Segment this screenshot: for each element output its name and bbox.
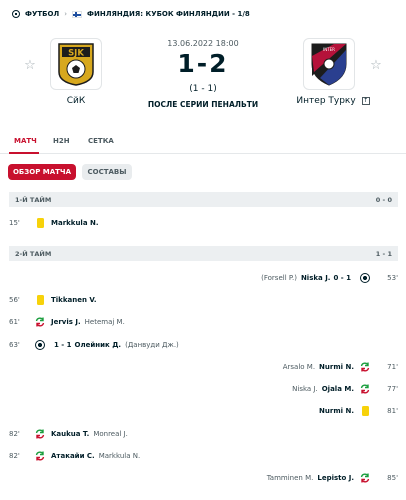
subtab-lineups[interactable]: СОСТАВЫ: [82, 164, 132, 180]
incident-minute: 15': [9, 219, 20, 227]
incident-row: 82' Kaukua T. Monreal J.: [9, 425, 398, 443]
incident-player[interactable]: Niska J.: [301, 274, 331, 282]
incident-minute: 82': [9, 452, 20, 460]
incident-player[interactable]: Lepisto J.: [317, 474, 354, 482]
incident-player[interactable]: Nurmi N.: [319, 363, 354, 371]
incident-player[interactable]: Tikkanen V.: [51, 296, 97, 304]
incident-player[interactable]: Jervis J.: [51, 318, 81, 326]
incident-secondary[interactable]: Markkula N.: [99, 452, 140, 460]
period-score: 1 - 1: [375, 249, 392, 258]
incident-minute: 71': [387, 363, 398, 371]
breadcrumb: ФУТБОЛ › ФИНЛЯНДИЯ: КУБОК ФИНЛЯНДИИ - 1/…: [12, 8, 250, 20]
incident-secondary[interactable]: (Данвуди Дж.): [125, 341, 179, 349]
incident-minute: 81': [387, 407, 398, 415]
incident-secondary[interactable]: (Forsell P.): [261, 274, 297, 282]
incident-minute: 53': [387, 274, 398, 282]
goal-ball-icon: [358, 271, 372, 285]
chevron-right-icon: ›: [64, 10, 68, 18]
aggregate-score: (1 - 1): [189, 84, 217, 94]
yellow-card-icon: [33, 216, 47, 230]
period-score: 0 - 0: [375, 195, 392, 204]
incident-secondary[interactable]: Arsalo M.: [283, 363, 315, 371]
period-header: 1-Й ТАЙМ 0 - 0: [9, 192, 398, 207]
yellow-card-icon: [358, 404, 372, 418]
goal-ball-icon: [33, 338, 47, 352]
incident-row: 63' 1 - 1 Олейник Д. (Данвуди Дж.): [9, 336, 398, 354]
breadcrumb-sport[interactable]: ФУТБОЛ: [25, 10, 59, 18]
substitution-icon: [33, 315, 47, 329]
incident-player[interactable]: Nurmi N.: [319, 407, 354, 415]
yellow-card-shape: [361, 406, 369, 416]
substitution-icon: [358, 382, 372, 396]
substitution-icon: [33, 427, 47, 441]
subtab-summary[interactable]: ОБЗОР МАТЧА: [8, 164, 76, 180]
period-header: 2-Й ТАЙМ 1 - 1: [9, 246, 398, 261]
incident-minute: 82': [9, 430, 20, 438]
tab-bracket[interactable]: СЕТКА: [88, 137, 114, 145]
substitution-icon: [358, 471, 372, 485]
incident-row: (Forsell P.) Niska J. 0 - 1 53': [9, 269, 398, 287]
match-datetime: 13.06.2022 18:00: [167, 39, 239, 48]
incident-row: 56' Tikkanen V.: [9, 291, 398, 309]
yellow-card-shape: [36, 218, 44, 228]
active-tab-indicator: [9, 152, 39, 154]
incident-row: Tamminen M. Lepisto J. 85': [9, 469, 398, 487]
incident-minute: 77': [387, 385, 398, 393]
incident-secondary[interactable]: Hetemaj M.: [85, 318, 125, 326]
incident-row: 61' Jervis J. Hetemaj M.: [9, 313, 398, 331]
football-icon: [12, 10, 20, 18]
incident-minute: 61': [9, 318, 20, 326]
incident-player[interactable]: Атакайи С.: [51, 452, 95, 460]
ball-shape: [360, 273, 370, 283]
incident-player[interactable]: Markkula N.: [51, 219, 99, 227]
match-score: 1-2: [177, 49, 229, 78]
incident-minute: 56': [9, 296, 20, 304]
tab-h2h[interactable]: H2H: [53, 137, 70, 145]
tab-bar: МАТЧ H2H СЕТКА: [0, 130, 406, 154]
incident-row: Arsalo M. Nurmi N. 71': [9, 358, 398, 376]
match-status: ПОСЛЕ СЕРИИ ПЕНАЛЬТИ: [147, 100, 259, 109]
substitution-icon: [358, 360, 372, 374]
match-page: ФУТБОЛ › ФИНЛЯНДИЯ: КУБОК ФИНЛЯНДИИ - 1/…: [0, 0, 406, 500]
incident-player[interactable]: Ojala M.: [322, 385, 354, 393]
goal-score: 0 - 1: [333, 274, 351, 282]
incident-minute: 85': [387, 474, 398, 482]
yellow-card-shape: [36, 295, 44, 305]
tab-match[interactable]: МАТЧ: [14, 137, 37, 145]
period-label: 1-Й ТАЙМ: [15, 195, 52, 204]
incident-row: 15' Markkula N.: [9, 214, 398, 232]
incident-secondary[interactable]: Tamminen M.: [267, 474, 314, 482]
incident-player[interactable]: Олейник Д.: [75, 341, 122, 349]
finland-flag-icon: [72, 10, 83, 18]
yellow-card-icon: [33, 293, 47, 307]
incident-minute: 63': [9, 341, 20, 349]
substitution-icon: [33, 449, 47, 463]
goal-score: 1 - 1: [54, 341, 72, 349]
breadcrumb-competition[interactable]: ФИНЛЯНДИЯ: КУБОК ФИНЛЯНДИИ - 1/8: [87, 10, 250, 18]
ball-shape: [35, 340, 45, 350]
incident-row: Niska J. Ojala M. 77': [9, 380, 398, 398]
period-label: 2-Й ТАЙМ: [15, 249, 52, 258]
incident-player[interactable]: Kaukua T.: [51, 430, 89, 438]
incident-row: Nurmi N. 81': [9, 402, 398, 420]
incident-row: 82' Атакайи С. Markkula N.: [9, 447, 398, 465]
incident-secondary[interactable]: Monreal J.: [93, 430, 128, 438]
incident-secondary[interactable]: Niska J.: [292, 385, 318, 393]
